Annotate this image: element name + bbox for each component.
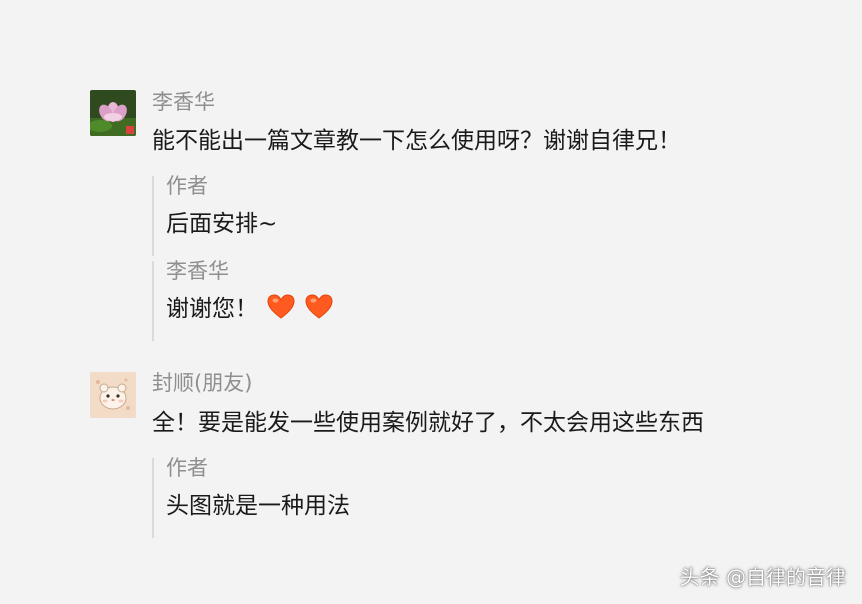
avatar[interactable]	[90, 90, 136, 136]
reply-text: 后面安排~	[166, 211, 278, 237]
heart-icon	[305, 294, 333, 319]
reply-item: 作者 头图就是一种用法	[152, 456, 764, 538]
lotus-flower-avatar-icon	[90, 90, 136, 136]
hamster-avatar-icon	[90, 372, 136, 418]
reply-author[interactable]: 作者	[166, 452, 208, 482]
heart-icon	[267, 294, 295, 319]
reply-item: 李香华 谢谢您！	[152, 259, 764, 341]
comment-text: 能不能出一篇文章教一下怎么使用呀？谢谢自律兄！	[152, 128, 681, 154]
reply-author[interactable]: 作者	[166, 170, 208, 200]
watermark: 头条 @自律的音律	[679, 565, 846, 589]
reply-text: 头图就是一种用法	[166, 493, 350, 519]
reply-text: 谢谢您！	[166, 296, 258, 322]
reply-text-row: 谢谢您！	[166, 289, 333, 323]
avatar[interactable]	[90, 372, 136, 418]
reply-item: 作者 后面安排~	[152, 174, 764, 256]
comment-author[interactable]: 封顺(朋友)	[152, 367, 252, 397]
comment-text: 全！要是能发一些使用案例就好了，不太会用这些东西	[152, 410, 704, 436]
reply-author[interactable]: 李香华	[166, 255, 229, 285]
comment-author[interactable]: 李香华	[152, 86, 215, 116]
